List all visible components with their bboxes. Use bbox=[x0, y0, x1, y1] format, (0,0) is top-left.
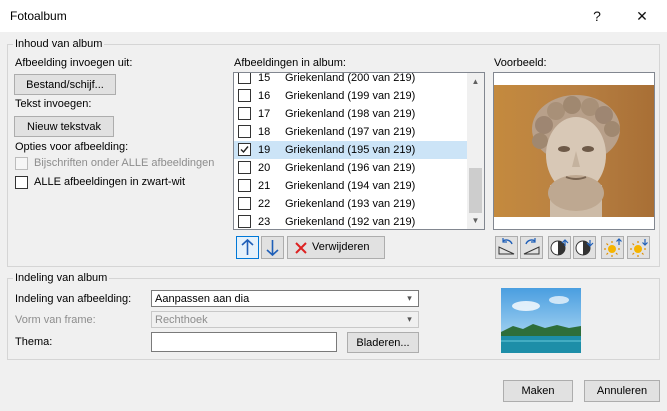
list-item-name: Griekenland (194 van 219) bbox=[285, 180, 416, 192]
brightness-down-icon bbox=[630, 239, 648, 257]
help-button[interactable]: ? bbox=[575, 0, 619, 32]
brightness-up-button[interactable] bbox=[601, 236, 624, 259]
remove-button-label: Verwijderen bbox=[312, 241, 370, 253]
pictures-in-album-label: Afbeeldingen in album: bbox=[234, 57, 346, 69]
checkmark-icon bbox=[240, 146, 249, 154]
frame-shape-label: Vorm van frame: bbox=[15, 314, 96, 326]
album-layout-legend: Indeling van album bbox=[13, 272, 110, 284]
contrast-down-button[interactable] bbox=[573, 236, 596, 259]
list-item[interactable]: 19 Griekenland (195 van 219) bbox=[234, 141, 467, 159]
brightness-down-button[interactable] bbox=[627, 236, 650, 259]
list-scrollbar[interactable]: ▲ ▼ bbox=[467, 73, 484, 229]
rotate-left-icon bbox=[498, 238, 515, 255]
dialog-title: Fotoalbum bbox=[10, 9, 67, 23]
chevron-down-icon: ▾ bbox=[407, 293, 412, 303]
list-item[interactable]: 20 Griekenland (196 van 219) bbox=[234, 159, 467, 177]
landscape-thumbnail-image bbox=[501, 288, 581, 353]
list-item-number: 16 bbox=[258, 90, 271, 102]
list-item-name: Griekenland (197 van 219) bbox=[285, 126, 416, 138]
list-item[interactable]: 23 Griekenland (192 van 219) bbox=[234, 213, 467, 229]
list-item-checkbox[interactable] bbox=[238, 215, 251, 228]
list-item[interactable]: 17 Griekenland (198 van 219) bbox=[234, 105, 467, 123]
list-item-checkbox[interactable] bbox=[238, 143, 251, 156]
new-textbox-button[interactable]: Nieuw tekstvak bbox=[14, 116, 114, 137]
list-item-checkbox[interactable] bbox=[238, 73, 251, 84]
cancel-button[interactable]: Annuleren bbox=[584, 380, 660, 402]
list-item-name: Griekenland (193 van 219) bbox=[285, 198, 416, 210]
rotate-right-button[interactable] bbox=[520, 236, 543, 259]
statue-head-preview-image bbox=[494, 85, 654, 217]
list-item[interactable]: 22 Griekenland (193 van 219) bbox=[234, 195, 467, 213]
album-content-legend: Inhoud van album bbox=[13, 38, 105, 50]
move-up-button[interactable] bbox=[236, 236, 259, 259]
list-item[interactable]: 21 Griekenland (194 van 219) bbox=[234, 177, 467, 195]
contrast-down-icon bbox=[575, 240, 594, 256]
layout-preview-thumbnail bbox=[501, 288, 581, 353]
black-white-label: ALLE afbeeldingen in zwart-wit bbox=[34, 176, 186, 188]
arrow-up-icon bbox=[241, 238, 254, 255]
theme-input[interactable] bbox=[151, 332, 337, 352]
create-button[interactable]: Maken bbox=[503, 380, 573, 402]
list-item[interactable]: 18 Griekenland (197 van 219) bbox=[234, 123, 467, 141]
list-item-number: 17 bbox=[258, 108, 271, 120]
arrow-down-icon bbox=[266, 240, 279, 257]
list-item-checkbox[interactable] bbox=[238, 107, 251, 120]
contrast-up-button[interactable] bbox=[548, 236, 571, 259]
list-item-number: 19 bbox=[258, 144, 271, 156]
list-item-number: 15 bbox=[258, 72, 271, 84]
file-disk-button[interactable]: Bestand/schijf... bbox=[14, 74, 116, 95]
scroll-up-icon[interactable]: ▲ bbox=[467, 73, 484, 90]
close-button[interactable]: ✕ bbox=[620, 0, 664, 32]
list-item-checkbox[interactable] bbox=[238, 125, 251, 138]
red-x-icon bbox=[295, 242, 307, 254]
preview-label: Voorbeeld: bbox=[494, 57, 547, 69]
list-item-number: 22 bbox=[258, 198, 271, 210]
browse-button[interactable]: Bladeren... bbox=[347, 332, 419, 353]
picture-layout-value: Aanpassen aan dia bbox=[155, 293, 250, 305]
list-item-number: 21 bbox=[258, 180, 271, 192]
list-item-name: Griekenland (192 van 219) bbox=[285, 216, 416, 228]
captions-below-checkbox[interactable] bbox=[15, 157, 28, 170]
picture-options-label: Opties voor afbeelding: bbox=[15, 141, 129, 153]
insert-text-label: Tekst invoegen: bbox=[15, 98, 92, 110]
list-item-number: 20 bbox=[258, 162, 271, 174]
list-item-name: Griekenland (195 van 219) bbox=[285, 144, 416, 156]
list-item-checkbox[interactable] bbox=[238, 197, 251, 210]
chevron-down-icon: ▾ bbox=[407, 314, 412, 324]
theme-label: Thema: bbox=[15, 336, 53, 348]
contrast-up-icon bbox=[550, 239, 569, 256]
list-item-checkbox[interactable] bbox=[238, 161, 251, 174]
captions-below-label: Bijschriften onder ALLE afbeeldingen bbox=[34, 157, 215, 169]
list-item-name: Griekenland (198 van 219) bbox=[285, 108, 416, 120]
list-item-checkbox[interactable] bbox=[238, 89, 251, 102]
list-item-number: 18 bbox=[258, 126, 271, 138]
frame-shape-value: Rechthoek bbox=[155, 314, 208, 326]
preview-box bbox=[493, 72, 655, 230]
list-item-name: Griekenland (196 van 219) bbox=[285, 162, 416, 174]
picture-layout-label: Indeling van afbeelding: bbox=[15, 293, 132, 305]
black-white-checkbox[interactable] bbox=[15, 176, 28, 189]
remove-button[interactable]: Verwijderen bbox=[287, 236, 385, 259]
list-item[interactable]: 16 Griekenland (199 van 219) bbox=[234, 87, 467, 105]
rotate-left-button[interactable] bbox=[495, 236, 518, 259]
list-item-name: Griekenland (200 van 219) bbox=[285, 72, 416, 84]
move-down-button[interactable] bbox=[261, 236, 284, 259]
scroll-thumb[interactable] bbox=[469, 168, 482, 213]
list-item-name: Griekenland (199 van 219) bbox=[285, 90, 416, 102]
list-item[interactable]: 15 Griekenland (200 van 219) bbox=[234, 72, 467, 87]
pictures-listbox[interactable]: 15 Griekenland (200 van 219) 16 Griekenland… bbox=[233, 72, 485, 230]
rotate-right-icon bbox=[523, 238, 540, 255]
insert-picture-label: Afbeelding invoegen uit: bbox=[15, 57, 133, 69]
title-bar: Fotoalbum ? ✕ bbox=[0, 0, 667, 32]
list-item-number: 23 bbox=[258, 216, 271, 228]
list-item-checkbox[interactable] bbox=[238, 179, 251, 192]
brightness-up-icon bbox=[604, 238, 622, 257]
scroll-down-icon[interactable]: ▼ bbox=[467, 212, 484, 229]
frame-shape-select[interactable]: Rechthoek ▾ bbox=[151, 311, 419, 328]
picture-layout-select[interactable]: Aanpassen aan dia ▾ bbox=[151, 290, 419, 307]
